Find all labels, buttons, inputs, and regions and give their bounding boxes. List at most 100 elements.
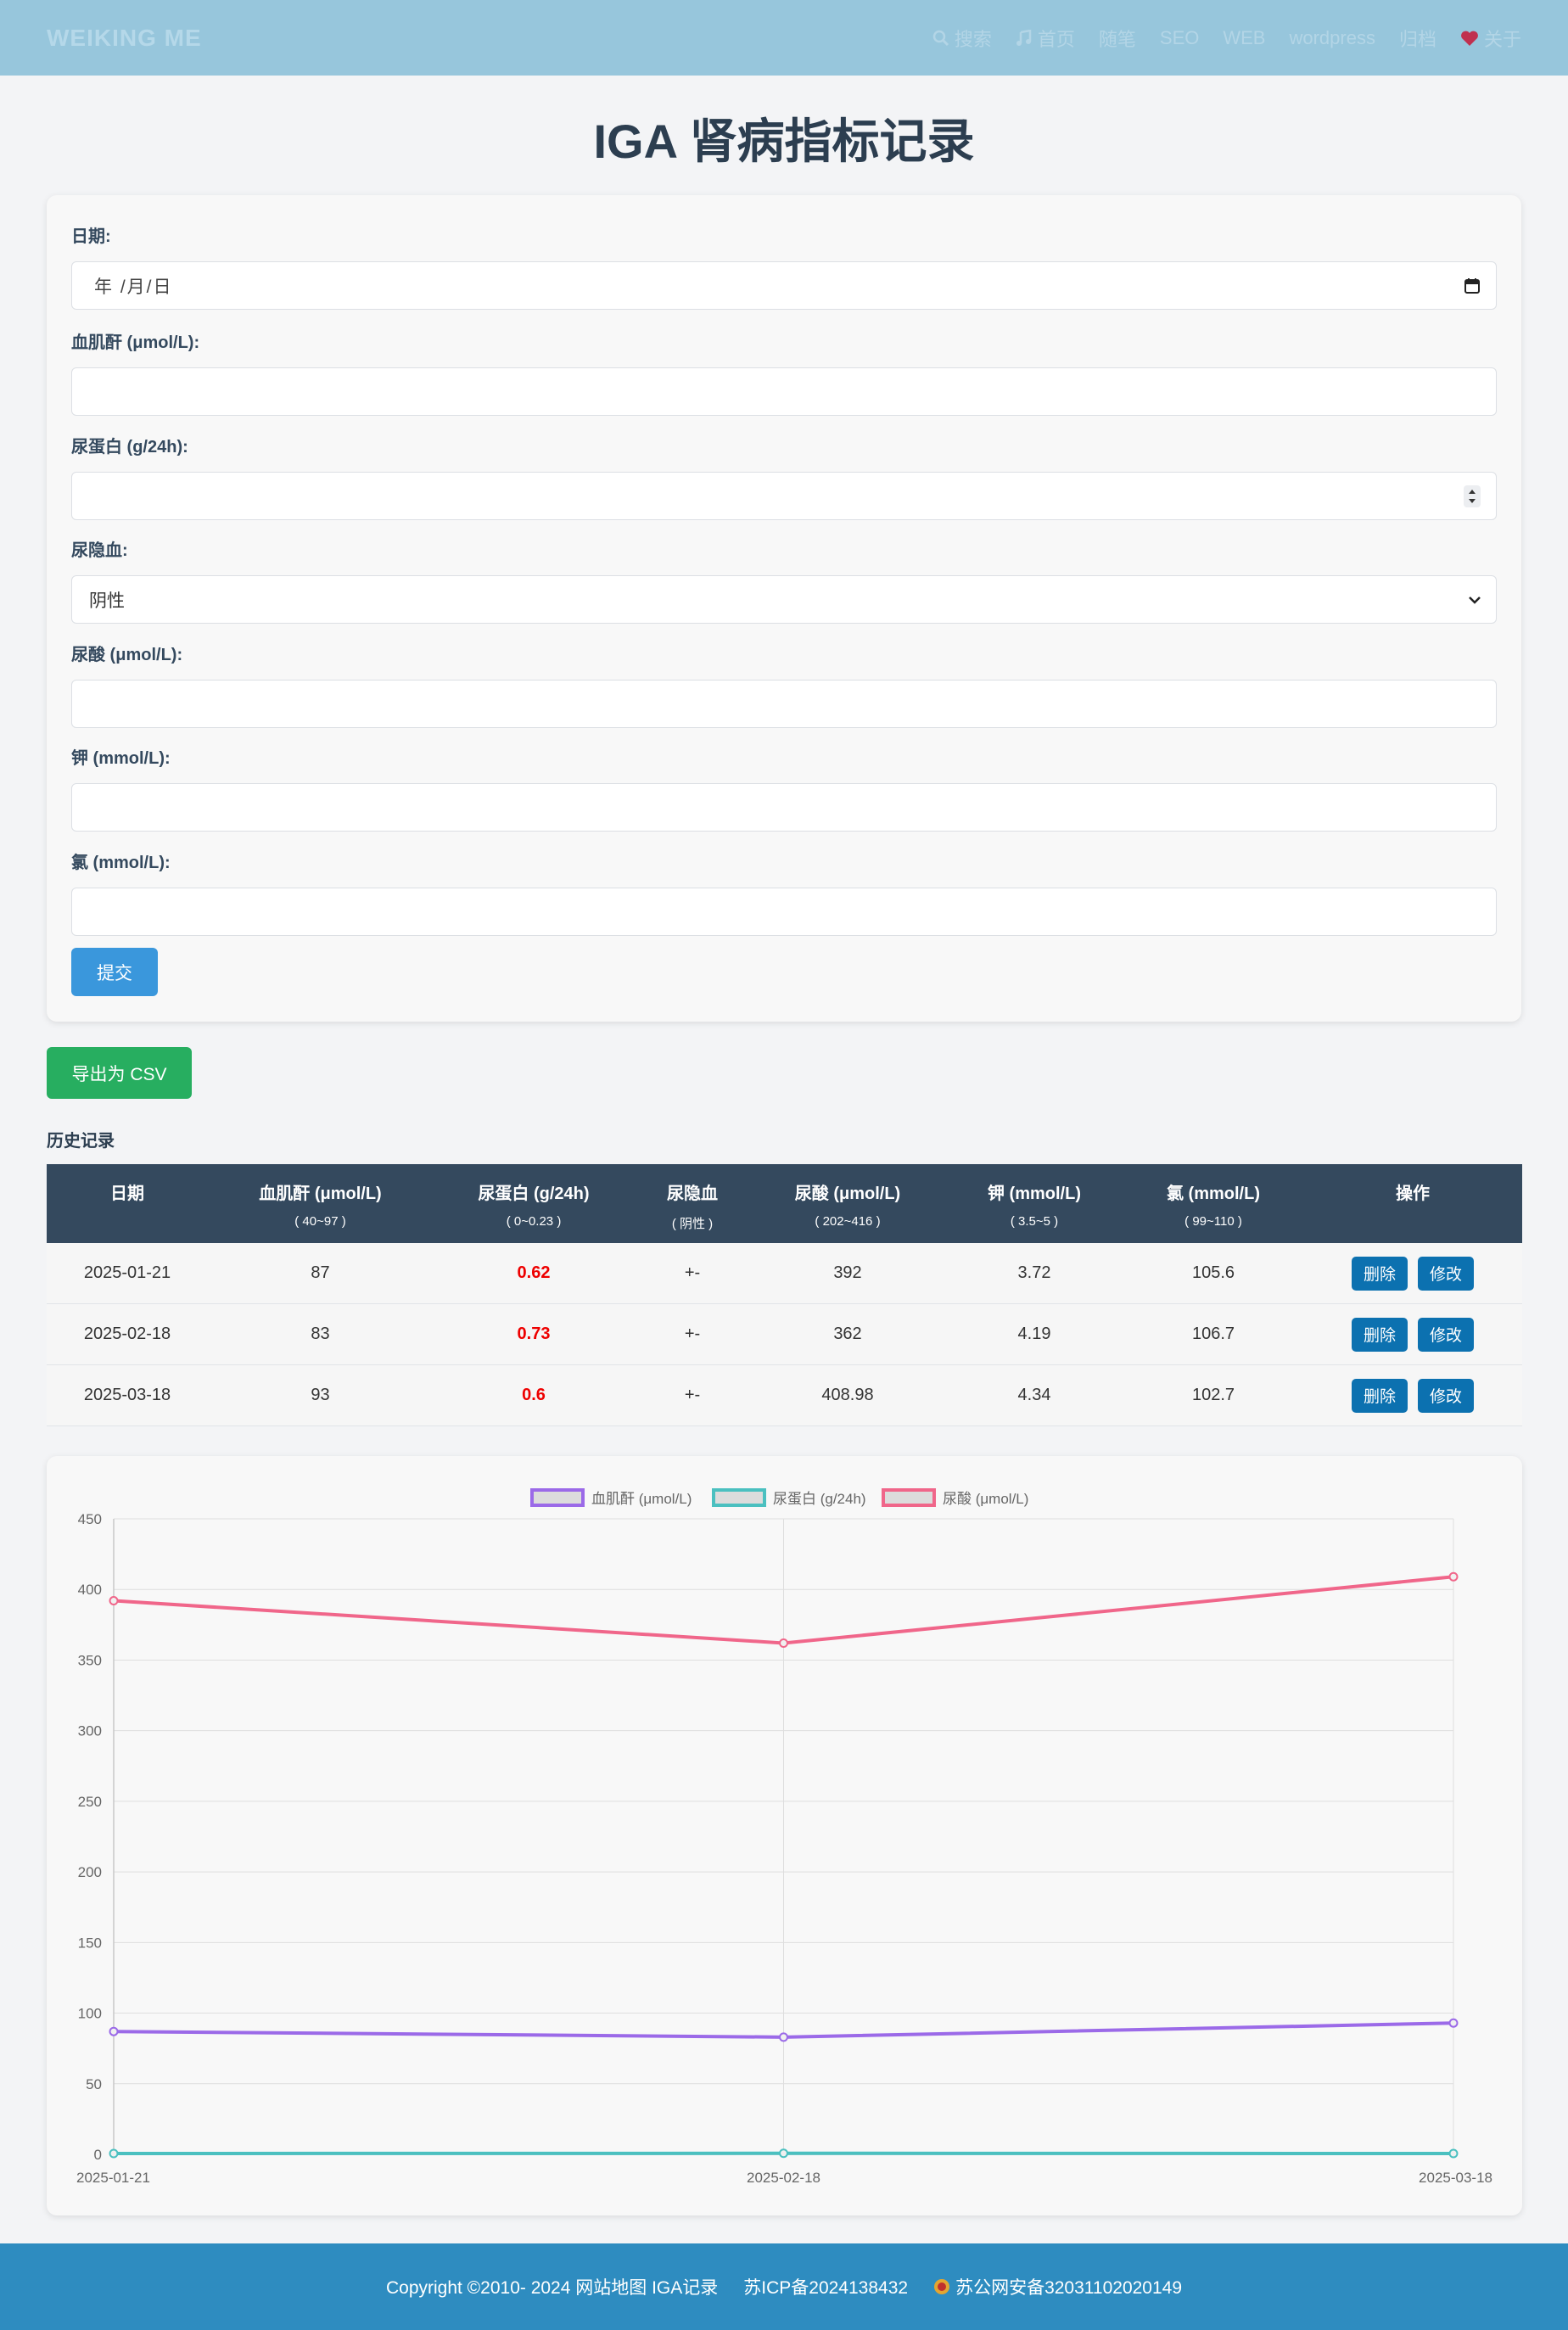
cell-chlorine: 105.6: [1191, 1263, 1235, 1282]
police-badge-icon: [934, 2279, 950, 2294]
cell-protein: 0.6: [522, 1386, 546, 1404]
trend-chart: 0 50 100 150 200 250 300 350 400 450 2025-01-21 202…: [76, 1488, 1492, 2186]
record-form: 日期: 年 /月/日 血肌酐 (μmol/L): 尿蛋白 (g/24h): 尿隐…: [47, 195, 1521, 1022]
header-protein: 尿蛋白 (g/24h) ( 0~0.23 ): [433, 1164, 635, 1243]
edit-button[interactable]: 修改: [1418, 1378, 1475, 1413]
header-label: 日期: [110, 1185, 144, 1203]
data-point: [109, 2148, 119, 2159]
spinner-icon[interactable]: [1464, 484, 1481, 507]
table-row: 2025-02-18 83 0.73 +- 362 4.19 106.7 删除 修改: [47, 1304, 1522, 1365]
uric-label: 尿酸 (μmol/L):: [71, 646, 183, 664]
y-tick-label: 350: [78, 1652, 102, 1668]
creatinine-label: 血肌酐 (μmol/L):: [71, 333, 200, 352]
blood-selected: 阴性: [89, 591, 125, 611]
x-tick-label: 2025-03-18: [1419, 2170, 1492, 2186]
nav-item-essay[interactable]: 随笔: [1099, 25, 1136, 52]
edit-button[interactable]: 修改: [1418, 1317, 1475, 1352]
legend-swatch: [530, 1488, 585, 1507]
data-point: [779, 2148, 788, 2159]
footer-police-text: 苏公网安备32031102020149: [955, 2278, 1183, 2298]
header-range: ( 阴性 ): [671, 1217, 714, 1231]
cell-uric: 408.98: [821, 1386, 874, 1404]
footer-icp[interactable]: 苏ICP备2024138432: [743, 2274, 908, 2299]
delete-button[interactable]: 删除: [1351, 1378, 1408, 1413]
nav-item-archive[interactable]: 归档: [1399, 25, 1436, 52]
footer-copyright[interactable]: Copyright ©2010- 2024 网站地图 IGA记录: [386, 2274, 718, 2299]
protein-label: 尿蛋白 (g/24h):: [71, 438, 188, 456]
music-icon: [1016, 29, 1032, 46]
export-csv-button[interactable]: 导出为 CSV: [47, 1047, 192, 1099]
cell-date: 2025-01-21: [83, 1263, 171, 1282]
creatinine-input[interactable]: [71, 367, 1497, 416]
header-label: 血肌酐 (μmol/L): [259, 1185, 382, 1203]
y-tick-label: 250: [78, 1794, 102, 1810]
chlorine-label: 氯 (mmol/L):: [71, 854, 171, 872]
chevron-down-icon: [1469, 596, 1481, 604]
header-chlorine: 氯 (mmol/L) ( 99~110 ): [1123, 1164, 1303, 1243]
site-brand[interactable]: WEIKING ME: [47, 25, 202, 52]
table-header: 日期 血肌酐 (μmol/L) ( 40~97 ) 尿蛋白 (g/24h) ( 0~…: [47, 1164, 1522, 1243]
y-tick-label: 300: [78, 1723, 102, 1739]
cell-blood: +-: [684, 1386, 701, 1404]
cell-creatinine: 87: [311, 1263, 330, 1282]
y-tick-label: 0: [94, 2147, 102, 2163]
calendar-icon[interactable]: [1464, 277, 1481, 294]
legend-label: 尿蛋白 (g/24h): [773, 1491, 866, 1507]
cell-chlorine: 106.7: [1191, 1325, 1235, 1343]
delete-button[interactable]: 删除: [1351, 1256, 1408, 1291]
protein-field: 尿蛋白 (g/24h):: [71, 433, 1497, 520]
date-label: 日期:: [71, 227, 111, 246]
nav-item-seo[interactable]: SEO: [1160, 27, 1199, 49]
nav-item-about[interactable]: 关于: [1460, 25, 1521, 52]
nav-item-web[interactable]: WEB: [1223, 27, 1265, 49]
date-input[interactable]: 年 /月/日: [71, 261, 1497, 310]
data-point: [109, 2026, 119, 2036]
y-tick-label: 400: [78, 1582, 102, 1598]
header-label: 操作: [1396, 1185, 1430, 1203]
potassium-field: 钾 (mmol/L):: [71, 744, 1497, 832]
header-date: 日期: [47, 1164, 208, 1243]
legend-swatch: [712, 1488, 766, 1507]
nav-label: SEO: [1159, 26, 1200, 48]
header-blood: 尿隐血 ( 阴性 ): [635, 1164, 750, 1243]
header-label: 尿隐血: [667, 1185, 718, 1203]
legend-label: 尿酸 (μmol/L): [943, 1491, 1028, 1507]
data-point: [1448, 2018, 1459, 2028]
header-label: 尿酸 (μmol/L): [794, 1185, 901, 1203]
footer-police[interactable]: 苏公网安备32031102020149: [933, 2274, 1182, 2299]
edit-button[interactable]: 修改: [1418, 1256, 1475, 1291]
nav-label: 首页: [1037, 28, 1075, 50]
search-icon: [932, 30, 949, 46]
header-creatinine: 血肌酐 (μmol/L) ( 40~97 ): [208, 1164, 433, 1243]
data-point: [109, 1596, 119, 1606]
nav-item-wordpress[interactable]: wordpress: [1289, 27, 1375, 49]
date-placeholder: 年 /月/日: [94, 277, 173, 297]
nav-label: 搜索: [954, 28, 992, 50]
nav-item-search[interactable]: 搜索: [932, 25, 992, 52]
cell-blood: +-: [684, 1263, 701, 1282]
nav-label: 关于: [1483, 28, 1521, 50]
y-tick-label: 50: [86, 2076, 102, 2092]
nav-label: WEB: [1223, 26, 1266, 48]
protein-input[interactable]: [71, 472, 1497, 520]
nav-item-home[interactable]: 首页: [1016, 25, 1075, 52]
potassium-input[interactable]: [71, 783, 1497, 832]
x-tick-label: 2025-01-21: [76, 2170, 150, 2186]
submit-button[interactable]: 提交: [71, 948, 158, 996]
delete-button[interactable]: 删除: [1351, 1317, 1408, 1352]
x-tick-label: 2025-02-18: [747, 2170, 820, 2186]
data-point: [779, 2032, 788, 2042]
chlorine-input[interactable]: [71, 888, 1497, 936]
uric-input[interactable]: [71, 680, 1497, 728]
y-tick-label: 450: [78, 1511, 102, 1527]
nav-label: wordpress: [1289, 26, 1375, 48]
cell-blood: +-: [684, 1325, 701, 1343]
cell-potassium: 4.19: [1017, 1325, 1051, 1343]
blood-select[interactable]: 阴性: [71, 575, 1497, 624]
trend-chart-card: 0 50 100 150 200 250 300 350 400 450 2025-01-21 202…: [47, 1456, 1522, 2215]
table-body: 2025-01-21 87 0.62 +- 392 3.72 105.6 删除 修改 2025-0…: [47, 1243, 1522, 1426]
header-potassium: 钾 (mmol/L) ( 3.5~5 ): [945, 1164, 1123, 1243]
cell-actions: 删除 修改: [1303, 1256, 1522, 1291]
table-row: 2025-01-21 87 0.62 +- 392 3.72 105.6 删除 修改: [47, 1243, 1522, 1304]
data-point: [1448, 1571, 1459, 1582]
